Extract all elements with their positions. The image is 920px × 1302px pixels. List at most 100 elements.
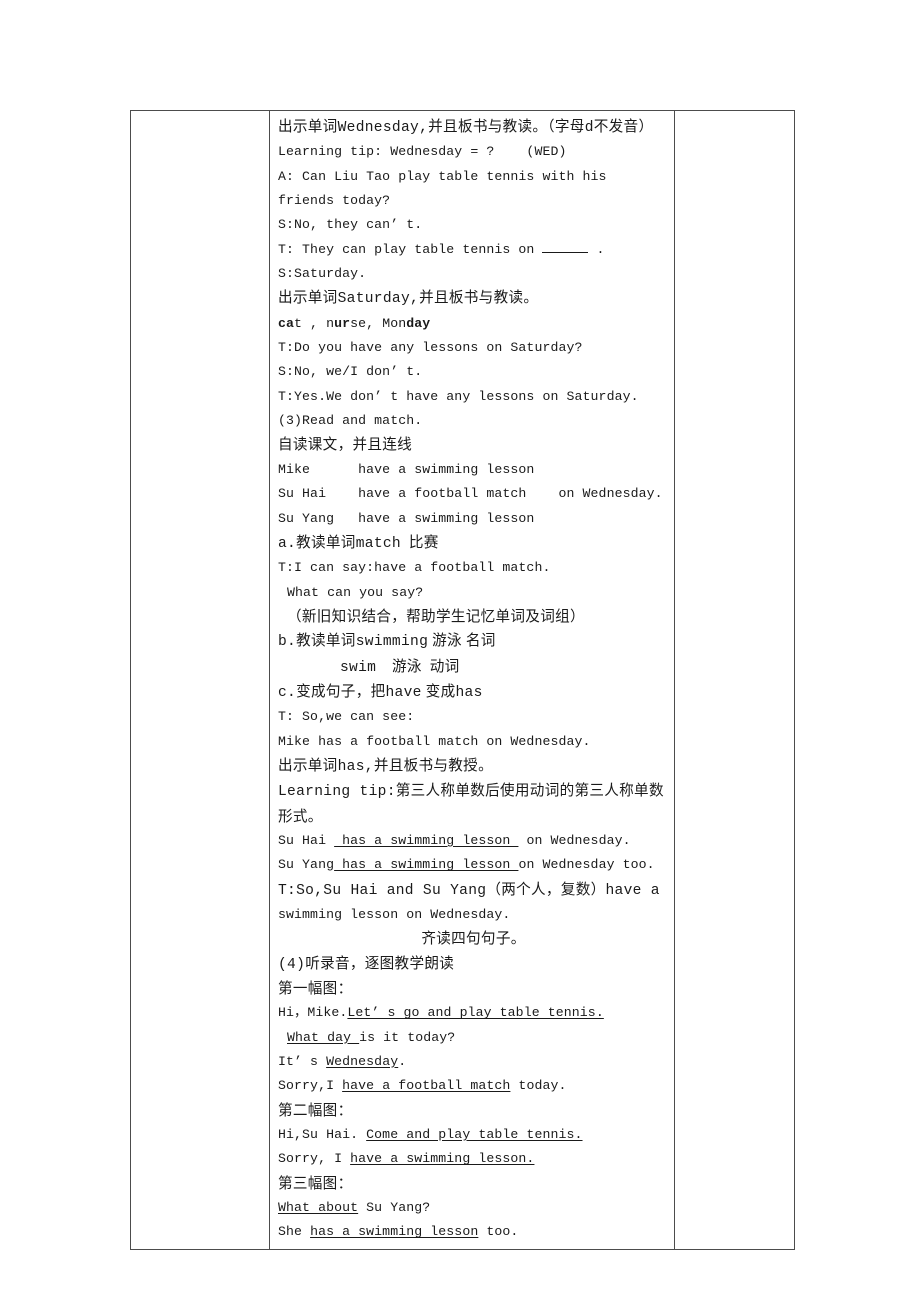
lesson-line: It’ s Wednesday. [278, 1050, 669, 1074]
lesson-text-span: has a swimming lesson [334, 832, 519, 848]
lesson-text-span: A: Can Liu Tao play table tennis with hi… [278, 168, 615, 209]
lesson-text-span: Come and play table tennis. [366, 1127, 583, 1143]
lesson-line: a.教读单词match 比赛 [278, 531, 669, 556]
lesson-text-span: . [588, 241, 605, 257]
lesson-text-span: have a swimming lesson. [350, 1151, 535, 1167]
lesson-line: swim 游泳 动词 [278, 655, 669, 680]
lesson-text-span: Su Yang? [358, 1200, 431, 1216]
lesson-text-span: have a [605, 882, 660, 899]
lesson-text-span: Wednesday [326, 1054, 399, 1070]
lesson-text-span: What day [287, 1029, 360, 1045]
lesson-line: (3)Read and match. [278, 409, 669, 433]
lesson-text-span: (3)Read and match. [278, 413, 423, 429]
lesson-text-span: se, Mon [350, 315, 407, 331]
lesson-text-span: 教读单词 [296, 534, 356, 551]
lesson-line: T:Do you have any lessons on Saturday? [278, 336, 669, 360]
lesson-text-span: 并且板书与教读。（字母 [428, 119, 585, 135]
lesson-text-span: T: So,we can see: [278, 709, 415, 725]
lesson-line: cat , nurse, Monday [278, 312, 669, 336]
lesson-line: Learning tip:第三人称单数后使用动词的第三人称单数形式。 [278, 779, 669, 829]
lesson-text-span: Learning tip: [278, 784, 396, 801]
lesson-line: T: They can play table tennis on . [278, 238, 669, 262]
lesson-text-span: swimming [355, 634, 429, 651]
lesson-text-span: 出示单词 [278, 119, 338, 135]
lesson-text-span: T:Do you have any lessons on Saturday? [278, 340, 583, 356]
lesson-text-span: c. [278, 684, 297, 701]
lesson-line: A: Can Liu Tao play table tennis with hi… [278, 165, 669, 214]
lesson-text-span: swimming lesson on Wednesday. [278, 907, 511, 922]
lesson-line: Hi,Su Hai. Come and play table tennis. [278, 1123, 669, 1147]
lesson-text-span: 比赛 [401, 534, 439, 551]
table-cell-right-empty [674, 110, 795, 1250]
lesson-line: What day is it today? [278, 1026, 669, 1050]
lesson-line: What can you say? [278, 581, 669, 605]
lesson-line: 第一幅图： [278, 977, 669, 1001]
lesson-text-span: a. [278, 535, 297, 552]
lesson-text-span: S:No, we/I don’ t. [278, 364, 423, 380]
table-cell-left-empty [130, 110, 270, 1250]
lesson-text-span: 游泳 动词 [376, 658, 460, 675]
lesson-line: b.教读单词swimming 游泳 名词 [278, 629, 669, 654]
lesson-line: S:Saturday. [278, 262, 669, 286]
lesson-text-span: Mike have a swimming lesson [278, 461, 535, 477]
lesson-text-span: 并且板书与教授。 [373, 757, 493, 774]
lesson-text-span: T:I can say:have a football match. [278, 560, 551, 576]
lesson-line: c.变成句子，把have 变成has [278, 680, 669, 705]
lesson-text-span: 自读课文，并且连线 [278, 437, 413, 454]
lesson-line: 齐读四句句子。 [278, 927, 669, 951]
lesson-line: （新旧知识结合，帮助学生记忆单词及词组） [278, 605, 669, 629]
lesson-text-span: d [584, 120, 594, 136]
lesson-text-span: What about [278, 1200, 359, 1216]
lesson-text-span: Su Yang [278, 857, 335, 873]
table-row: 出示单词Wednesday,并且板书与教读。（字母d不发音） Learning t… [130, 110, 795, 1250]
lesson-line: Su Hai have a football match on Wednesda… [278, 482, 669, 506]
lesson-text-span: S:No, they can’ t. [278, 217, 423, 233]
lesson-text-span: Mike has a football match on Wednesday. [278, 733, 591, 749]
lesson-line: T:So,Su Hai and Su Yang（两个人，复数）have a [278, 878, 669, 903]
lesson-text-span: （两个人，复数） [486, 881, 606, 898]
lesson-text-span: Su Hai [278, 832, 335, 848]
lesson-text-span: on Wednesday. [518, 832, 631, 848]
lesson-text-span: Hi,Su Hai. [278, 1127, 367, 1143]
lesson-line: S:No, they can’ t. [278, 213, 669, 237]
lesson-line: Su Hai has a swimming lesson on Wednesda… [278, 829, 669, 853]
lesson-plan-table: 出示单词Wednesday,并且板书与教读。（字母d不发音） Learning t… [130, 110, 795, 1250]
lesson-text-span: (4) [278, 956, 306, 973]
lesson-text-span: 第三幅图： [278, 1175, 353, 1192]
lesson-text-span: 听录音，逐图教学朗读 [305, 955, 455, 972]
lesson-text-span: Learning tip: Wednesday = ? (WED) [278, 144, 567, 160]
lesson-text-span: has [455, 684, 483, 701]
lesson-text-span: Let’ s go and play table tennis. [347, 1005, 604, 1021]
lesson-line: S:No, we/I don’ t. [278, 360, 669, 384]
lesson-text-span: Sorry, I [278, 1151, 351, 1167]
lesson-text-span: match [355, 535, 401, 552]
lesson-text-span: today. [510, 1078, 567, 1094]
lesson-text-span: c [278, 315, 287, 331]
lesson-text-span: She [278, 1224, 311, 1240]
lesson-text-span: 不发音） [593, 119, 654, 135]
lesson-line: Hi，Mike.Let’ s go and play table tennis. [278, 1001, 669, 1025]
lesson-line: T: So,we can see: [278, 705, 669, 729]
lesson-text-span: t , n [294, 315, 335, 331]
lesson-text-span: 变成 [421, 683, 456, 700]
lesson-text-span: T:So,Su Hai and Su Yang [278, 882, 487, 899]
lesson-text-span: S:Saturday. [278, 266, 367, 282]
lesson-text-span: 齐读四句句子。 [421, 931, 526, 948]
lesson-text-span: have [385, 684, 422, 701]
document-page: { "document": { "page_background": "#fff… [0, 0, 920, 1302]
lesson-line: Learning tip: Wednesday = ? (WED) [278, 140, 669, 164]
lesson-line: Sorry, I have a swimming lesson. [278, 1147, 669, 1171]
lesson-text-span: 游泳 名词 [428, 633, 496, 650]
lesson-line: 第二幅图： [278, 1099, 669, 1123]
lesson-line: Mike have a swimming lesson [278, 458, 669, 482]
lesson-line: T:I can say:have a football match. [278, 556, 669, 580]
lesson-line: Mike has a football match on Wednesday. [278, 730, 669, 754]
lesson-text-span: 出示单词 [278, 757, 338, 774]
lesson-text-span: . [398, 1054, 407, 1070]
lesson-line: 自读课文，并且连线 [278, 433, 669, 457]
lesson-line: (4)听录音，逐图教学朗读 [278, 952, 669, 977]
lesson-text-span: day [406, 315, 431, 331]
lesson-text-span: （新旧知识结合，帮助学生记忆单词及词组） [287, 608, 585, 625]
lesson-line: 出示单词Wednesday,并且板书与教读。（字母d不发音） [278, 115, 669, 140]
lesson-text-span: on Wednesday too. [518, 857, 655, 873]
